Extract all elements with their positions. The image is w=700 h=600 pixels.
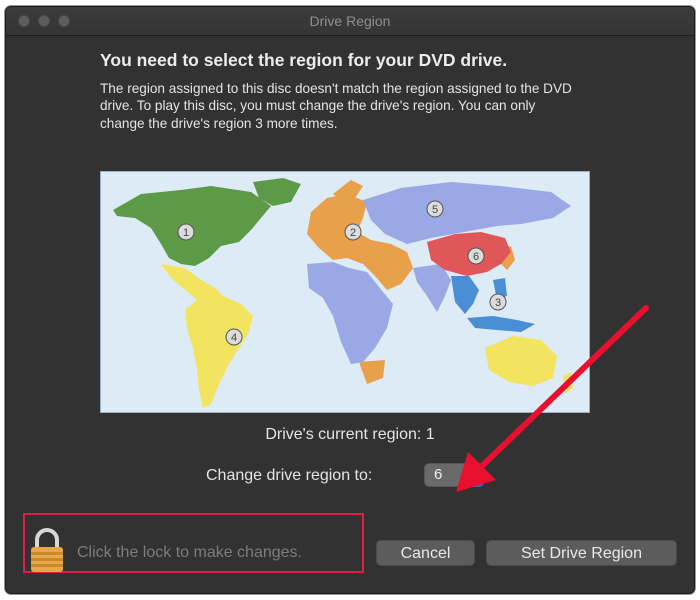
region-select-popup[interactable]: 6 (424, 463, 484, 487)
window-title: Drive Region (309, 13, 391, 29)
region-label-2: 2 (350, 227, 356, 239)
lock-instruction-text: Click the lock to make changes. (77, 544, 302, 561)
set-drive-region-button[interactable]: Set Drive Region (486, 540, 677, 566)
region-label-6: 6 (473, 251, 479, 263)
dialog-message: The region assigned to this disc doesn't… (100, 81, 572, 131)
title-bar: Drive Region (6, 7, 694, 36)
dialog-heading: You need to select the region for your D… (100, 50, 508, 70)
region-label-5: 5 (432, 204, 438, 216)
selected-region-value: 6 (434, 466, 443, 483)
current-region-text: Drive's current region: 1 (265, 426, 435, 443)
lock-icon[interactable] (28, 528, 66, 579)
chevron-up-down-icon[interactable] (464, 463, 484, 487)
region-label-1: 1 (183, 227, 189, 239)
region-label-4: 4 (231, 332, 237, 344)
change-region-label: Change drive region to: (206, 467, 373, 484)
lock-highlight-box (23, 513, 364, 573)
region-map-graphic: 1 2 3 4 5 6 (101, 172, 589, 412)
region-label-3: 3 (495, 297, 501, 309)
cancel-button[interactable]: Cancel (376, 540, 475, 566)
world-region-map: 1 2 3 4 5 6 (100, 171, 590, 413)
